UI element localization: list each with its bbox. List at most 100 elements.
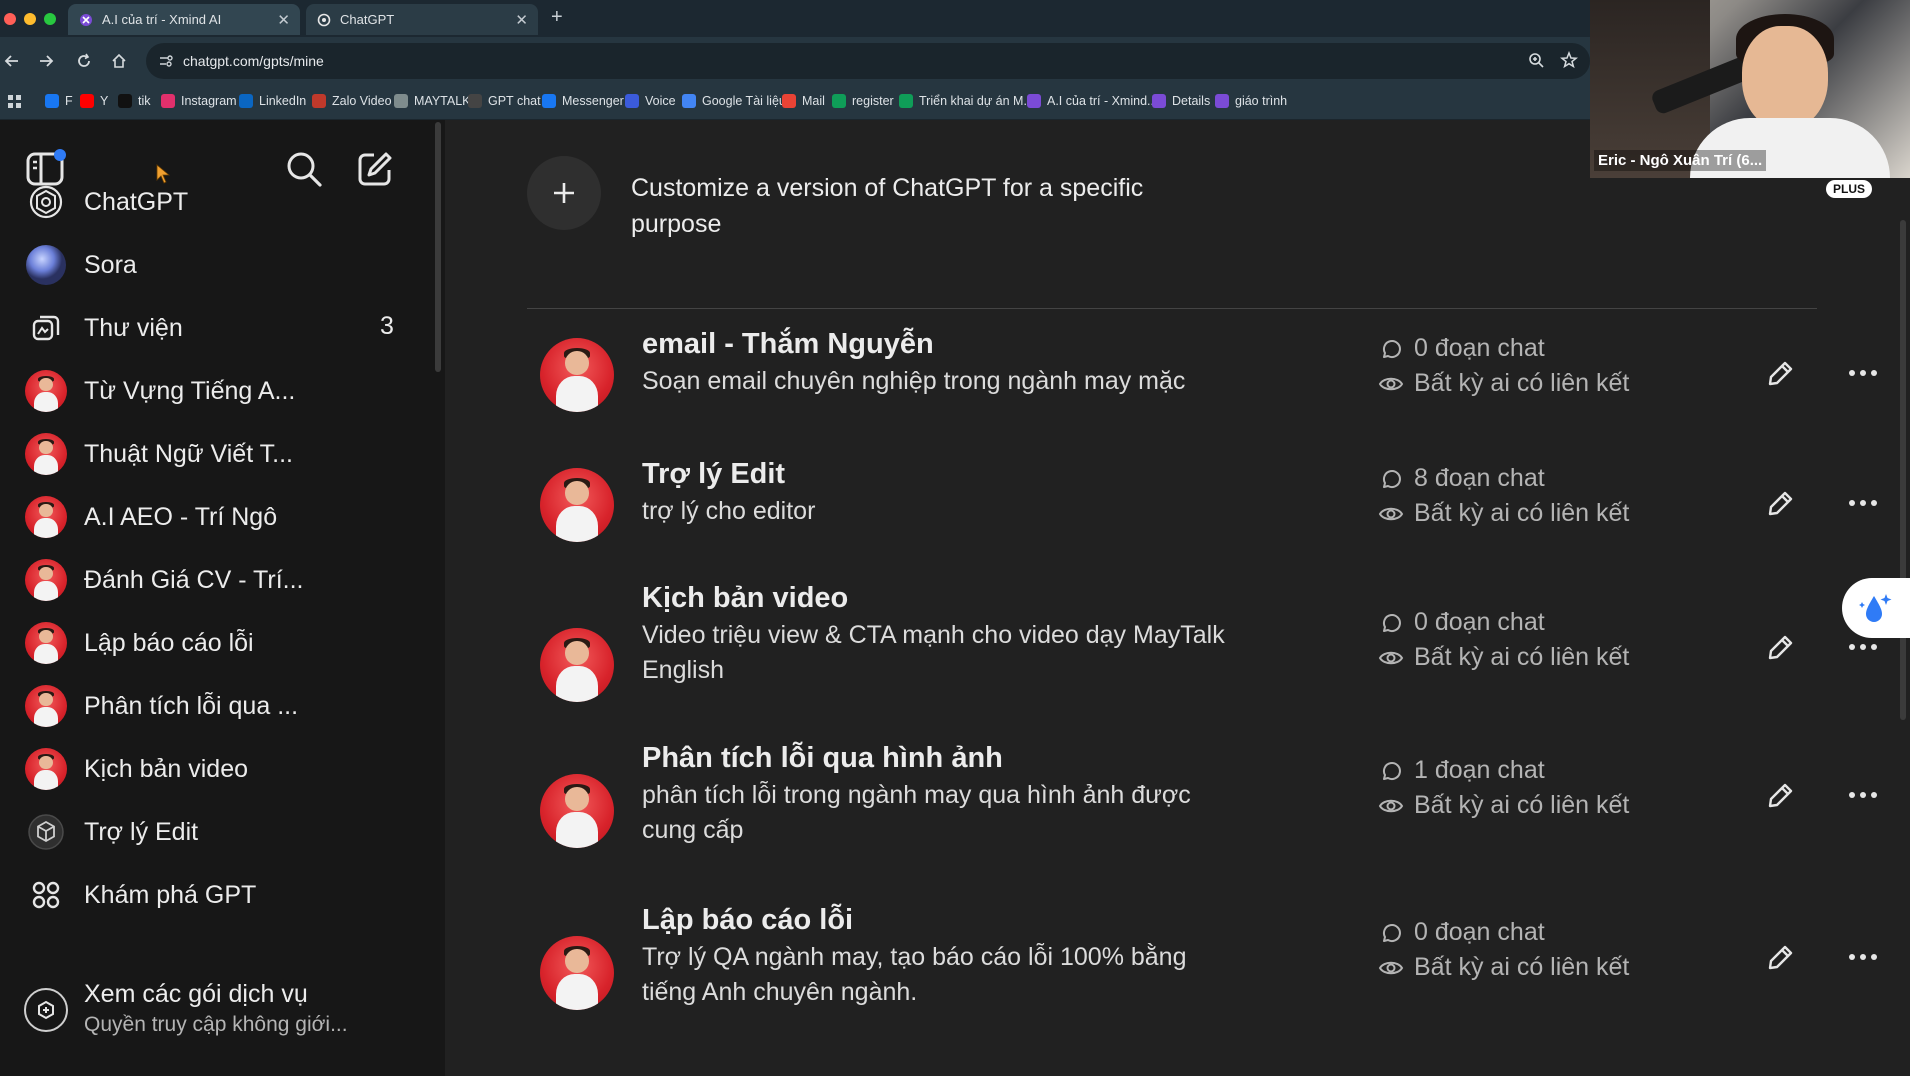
pencil-icon: [1766, 780, 1796, 810]
close-tab-icon[interactable]: ✕: [515, 11, 528, 29]
sidebar-item[interactable]: Trợ lý Edit: [24, 810, 198, 854]
new-chat-icon[interactable]: [356, 150, 394, 188]
gpt-row[interactable]: Lập báo cáo lỗi Trợ lý QA ngành may, tạo …: [540, 904, 1910, 1032]
sidebar-item-label: Khám phá GPT: [84, 880, 257, 909]
bookmark-label: giáo trình: [1235, 94, 1288, 108]
bookmark-label: tik: [138, 94, 151, 108]
gpt-row[interactable]: Trợ lý Edit trợ lý cho editor 8 đoạn chat B…: [540, 458, 1910, 578]
bookmark-item[interactable]: Triển khai dự án M...: [899, 94, 1034, 108]
bookmark-item[interactable]: giáo trình: [1215, 94, 1287, 108]
gpt-row[interactable]: email - Thắm Nguyễn Soạn email chuyên ngh…: [540, 328, 1910, 448]
sidebar-item-label: Thư viện: [84, 313, 183, 342]
create-gpt-text: Customize a version of ChatGPT for a spe…: [631, 174, 1144, 238]
sidebar-item[interactable]: Lập báo cáo lỗi: [24, 621, 254, 665]
gpt-avatar: [540, 628, 614, 702]
more-options-button[interactable]: [1846, 488, 1880, 518]
chat-count: 1 đoạn chat: [1378, 756, 1545, 785]
gpt-title: Kịch bản video: [642, 582, 849, 614]
zoom-icon[interactable]: [1528, 52, 1545, 69]
more-options-button[interactable]: [1846, 780, 1880, 810]
pencil-icon: [1766, 488, 1796, 518]
bookmark-item[interactable]: Zalo Video: [312, 94, 392, 108]
bookmark-item[interactable]: tik: [118, 94, 151, 108]
bookmark-item[interactable]: Mail: [782, 94, 825, 108]
gpt-avatar: [25, 622, 67, 664]
bookmark-item[interactable]: Instagram: [161, 94, 237, 108]
bookmark-star-icon[interactable]: [1560, 51, 1578, 69]
bookmark-item[interactable]: A.I của trí - Xmind...: [1027, 94, 1157, 108]
sidebar-item-label: A.I AEO - Trí Ngô: [84, 502, 278, 531]
chat-count: 0 đoạn chat: [1378, 334, 1545, 363]
chat-count: 0 đoạn chat: [1378, 918, 1545, 947]
create-gpt-row[interactable]: Customize a version of ChatGPT for a spe…: [527, 156, 1191, 242]
address-bar[interactable]: chatgpt.com/gpts/mine: [146, 43, 1590, 79]
bookmark-item[interactable]: register: [832, 94, 894, 108]
bookmark-item[interactable]: GPT chat: [468, 94, 541, 108]
chat-count-label: 0 đoạn chat: [1414, 918, 1545, 946]
close-window-button[interactable]: [4, 13, 16, 25]
voice-icon: [625, 94, 639, 108]
bookmark-item[interactable]: Messenger: [542, 94, 624, 108]
sidebar-item-label: Trợ lý Edit: [84, 817, 199, 846]
maximize-window-button[interactable]: [44, 13, 56, 25]
bookmark-item[interactable]: F: [45, 94, 73, 108]
upgrade-icon: [24, 988, 68, 1032]
sidebar-item[interactable]: Từ Vựng Tiếng A...: [24, 369, 295, 413]
maytalk-icon: [394, 94, 408, 108]
sidebar-item[interactable]: Thuật Ngữ Viết T...: [24, 432, 293, 476]
more-options-button[interactable]: [1846, 358, 1880, 388]
webcam-name-label: Eric - Ngô Xuân Trí (6...: [1594, 150, 1767, 171]
bookmark-item[interactable]: Details: [1152, 94, 1210, 108]
library-icon: [24, 306, 68, 350]
sidebar-item[interactable]: ChatGPT: [24, 180, 188, 224]
eye-icon: [1378, 955, 1404, 981]
sidebar-item[interactable]: Khám phá GPT: [24, 873, 256, 917]
gpt-row[interactable]: Phân tích lỗi qua hình ảnh phân tích lỗi …: [540, 742, 1910, 870]
close-tab-icon[interactable]: ✕: [277, 11, 290, 29]
bookmark-item[interactable]: Voice: [625, 94, 676, 108]
chat-count: 8 đoạn chat: [1378, 464, 1545, 493]
edit-gpt-button[interactable]: [1766, 780, 1796, 810]
bookmark-item[interactable]: Y: [80, 94, 108, 108]
gpt-row[interactable]: Kịch bản video Video triệu view & CTA mạn…: [540, 582, 1910, 710]
gpt-description: Video triệu view & CTA mạnh cho video dạ…: [642, 621, 1225, 684]
reload-icon[interactable]: [74, 51, 94, 71]
gmail-icon: [782, 94, 796, 108]
sidebar-item[interactable]: Sora: [24, 243, 137, 287]
edit-gpt-button[interactable]: [1766, 632, 1796, 662]
plus-icon: [527, 156, 601, 230]
apps-grid-icon[interactable]: [8, 95, 22, 109]
extension-widget[interactable]: [1842, 578, 1910, 638]
bookmark-item[interactable]: LinkedIn: [239, 94, 306, 108]
gpt-avatar: [24, 495, 68, 539]
edit-gpt-button[interactable]: [1766, 942, 1796, 972]
sidebar-item[interactable]: Thư viện: [24, 306, 183, 350]
site-settings-icon[interactable]: [158, 53, 174, 69]
main-scrollbar[interactable]: [1900, 220, 1906, 720]
forward-icon[interactable]: [36, 51, 56, 71]
home-icon[interactable]: [109, 51, 129, 71]
sidebar-item[interactable]: Đánh Giá CV - Trí...: [24, 558, 304, 602]
gpt-avatar: [540, 774, 614, 848]
sidebar-item[interactable]: A.I AEO - Trí Ngô: [24, 495, 277, 539]
more-options-button[interactable]: [1846, 942, 1880, 972]
bookmark-item[interactable]: MAYTALK: [394, 94, 471, 108]
gpt-avatar: [540, 936, 614, 1010]
tab-xmind[interactable]: A.I của trí - Xmind AI ✕: [68, 4, 300, 35]
sidebar-scrollbar[interactable]: [435, 122, 441, 372]
gpt-description: phân tích lỗi trong ngành may qua hình ả…: [642, 781, 1191, 844]
edit-gpt-button[interactable]: [1766, 358, 1796, 388]
tab-chatgpt[interactable]: ChatGPT ✕: [306, 4, 538, 35]
sidebar-item[interactable]: Phân tích lỗi qua ...: [24, 684, 298, 728]
back-icon[interactable]: [2, 51, 22, 71]
ellipsis-icon: [1848, 643, 1878, 651]
upgrade-plans-item[interactable]: Xem các gói dịch vụ Quyền truy cập không…: [24, 980, 348, 1037]
bookmark-item[interactable]: Google Tài liệu: [682, 94, 786, 108]
search-icon[interactable]: [285, 150, 323, 188]
chat-bubble-icon: [1378, 466, 1404, 492]
minimize-window-button[interactable]: [24, 13, 36, 25]
sidebar-item[interactable]: Kịch bản video: [24, 747, 248, 791]
new-tab-icon[interactable]: +: [551, 6, 563, 29]
gpt-avatar: [24, 747, 68, 791]
edit-gpt-button[interactable]: [1766, 488, 1796, 518]
